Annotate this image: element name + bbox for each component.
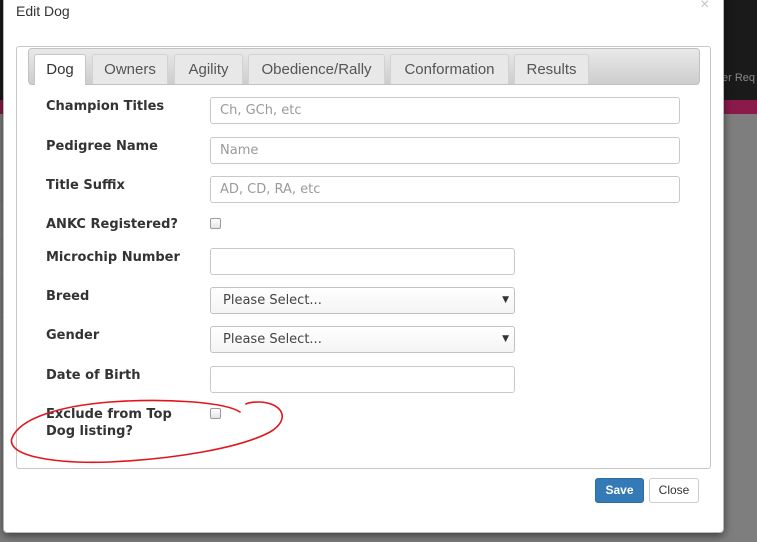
gender-select[interactable]: Please Select... ▼ <box>210 326 515 353</box>
tab-results[interactable]: Results <box>514 54 589 84</box>
chevron-down-icon: ▼ <box>502 334 509 344</box>
ankc-registered-label: ANKC Registered? <box>46 217 178 232</box>
exclude-top-dog-label: Exclude from Top Dog listing? <box>46 406 172 440</box>
champion-titles-label: Champion Titles <box>46 99 165 114</box>
background-nav-text: er Req <box>722 72 756 84</box>
edit-dog-modal: Edit Dog × Dog Owners Agility Obedience/… <box>3 0 724 533</box>
pedigree-name-input[interactable] <box>210 137 680 164</box>
exclude-top-dog-checkbox[interactable] <box>210 408 221 419</box>
gender-selected-value: Please Select... <box>223 332 322 347</box>
breed-select[interactable]: Please Select... ▼ <box>210 287 515 314</box>
tab-obedience-rally[interactable]: Obedience/Rally <box>248 54 385 84</box>
save-button[interactable]: Save <box>595 478 644 503</box>
tab-bar: Dog Owners Agility Obedience/Rally Confo… <box>28 48 700 85</box>
exclude-top-dog-label-line2: Dog listing? <box>46 424 133 439</box>
ankc-registered-checkbox[interactable] <box>210 218 221 229</box>
close-icon[interactable]: × <box>700 0 709 14</box>
tab-dog[interactable]: Dog <box>34 54 86 85</box>
microchip-number-label: Microchip Number <box>46 250 180 265</box>
chevron-down-icon: ▼ <box>502 295 509 305</box>
pedigree-name-label: Pedigree Name <box>46 139 158 154</box>
modal-title: Edit Dog <box>16 3 70 19</box>
date-of-birth-label: Date of Birth <box>46 368 141 383</box>
microchip-number-input[interactable] <box>210 248 515 275</box>
title-suffix-input[interactable] <box>210 176 680 203</box>
breed-selected-value: Please Select... <box>223 293 322 308</box>
exclude-top-dog-label-line1: Exclude from Top <box>46 407 172 422</box>
date-of-birth-input[interactable] <box>210 366 515 393</box>
tab-agility[interactable]: Agility <box>174 54 243 84</box>
close-button[interactable]: Close <box>649 478 699 503</box>
gender-label: Gender <box>46 328 100 343</box>
tab-conformation[interactable]: Conformation <box>390 54 509 84</box>
title-suffix-label: Title Suffix <box>46 178 125 193</box>
tab-owners[interactable]: Owners <box>92 54 168 84</box>
champion-titles-input[interactable] <box>210 97 680 124</box>
breed-label: Breed <box>46 289 90 304</box>
